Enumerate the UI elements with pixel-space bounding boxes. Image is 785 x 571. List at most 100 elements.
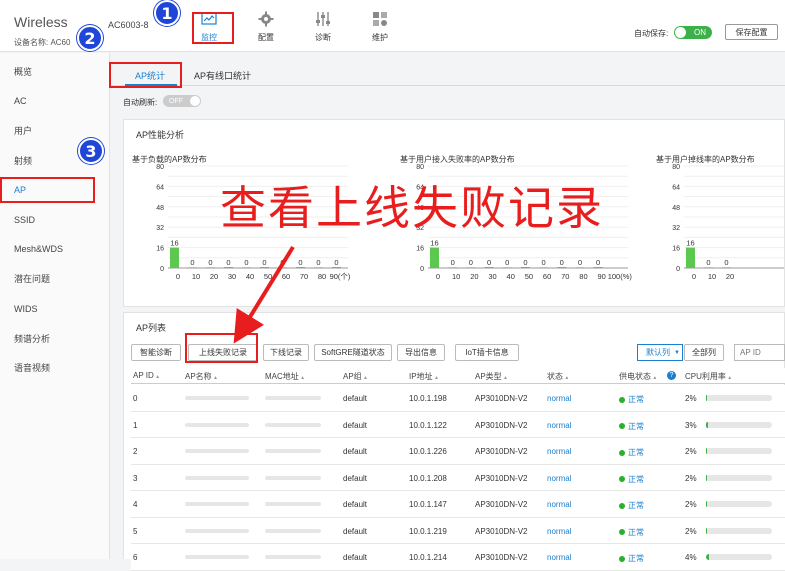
- power-status-text: 正常: [628, 395, 644, 404]
- bar-value-label: 0: [505, 258, 509, 267]
- cell-id[interactable]: 6: [133, 553, 137, 562]
- autosave-toggle[interactable]: ON: [674, 26, 712, 39]
- col-status[interactable]: 状态: [547, 371, 569, 382]
- cell-status: normal: [547, 420, 572, 430]
- sidebar-item-ac[interactable]: AC: [0, 87, 109, 117]
- table-row[interactable]: 3 default 10.0.1.208 AP3010DN-V2 normal 正常 2%: [131, 464, 785, 491]
- sidebar-item-mesh-wds[interactable]: Mesh&WDS: [0, 235, 109, 265]
- x-tick-label: 20: [210, 272, 218, 281]
- marker-1: 1: [154, 0, 180, 26]
- cell-id[interactable]: 4: [133, 500, 137, 509]
- tab-ap-wired-port-stats[interactable]: AP有线口统计: [194, 69, 251, 82]
- table-row[interactable]: 1 default 10.0.1.122 AP3010DN-V2 normal 正常 3%: [131, 411, 785, 438]
- y-tick-label: 48: [672, 205, 680, 212]
- redacted-cell: [185, 449, 249, 453]
- cell-power: 正常: [619, 527, 644, 538]
- sidebar-item-wids[interactable]: WIDS: [0, 294, 109, 324]
- bar-value-label: 0: [334, 258, 338, 267]
- nav-maintenance[interactable]: 维护: [360, 10, 400, 43]
- redacted-cell: [265, 528, 321, 533]
- export-info-button[interactable]: 导出信息: [397, 344, 445, 361]
- cell-power: 正常: [619, 474, 644, 485]
- smart-diagnose-button[interactable]: 智能诊断: [131, 344, 181, 361]
- power-status-text: 正常: [628, 448, 644, 457]
- bar: [520, 267, 530, 268]
- marker-2: 2: [77, 25, 103, 51]
- table-row[interactable]: 5 default 10.0.1.219 AP3010DN-V2 normal 正常 2%: [131, 517, 785, 544]
- cell-group: default: [343, 394, 368, 403]
- table-row[interactable]: 6 default 10.0.1.214 AP3010DN-V2 normal 正常 4%: [131, 544, 785, 571]
- cell-type: AP3010DN-V2: [475, 526, 528, 536]
- x-tick-label: 40: [246, 272, 254, 281]
- cpu-usage-bar: [706, 554, 772, 560]
- x-tick-label: 90: [597, 272, 605, 281]
- bar-value-label: 0: [469, 258, 473, 267]
- redacted-cell: [265, 422, 321, 427]
- sidebar-item-voice-video[interactable]: 语音视频: [0, 353, 109, 383]
- bar-value-label: 16: [686, 239, 694, 248]
- tab-bar: AP统计 AP有线口统计: [111, 63, 785, 86]
- y-tick-label: 64: [672, 184, 680, 191]
- col-ap-name[interactable]: AP名称: [185, 371, 218, 382]
- table-row[interactable]: 4 default 10.0.1.147 AP3010DN-V2 normal 正常 2%: [131, 491, 785, 518]
- x-tick-label: 20: [726, 272, 734, 281]
- cell-id[interactable]: 3: [133, 474, 137, 483]
- cell-power: 正常: [619, 394, 644, 405]
- redacted-cell: [185, 528, 249, 533]
- autorefresh-toggle[interactable]: OFF: [163, 95, 201, 107]
- bar: [593, 267, 603, 268]
- x-tick-label: 70: [561, 272, 569, 281]
- sidebar-item-overview[interactable]: 概览: [0, 57, 109, 87]
- iot-card-info-button[interactable]: IoT插卡信息: [455, 344, 519, 361]
- nav-config[interactable]: 配置: [246, 10, 286, 43]
- cell-type: AP3010DN-V2: [475, 473, 528, 483]
- autorefresh-state: OFF: [169, 97, 183, 105]
- redacted-cell: [185, 502, 249, 506]
- all-columns-button[interactable]: 全部列: [684, 344, 724, 361]
- x-tick-label: 50: [264, 272, 272, 281]
- table-row[interactable]: 0 default 10.0.1.198 AP3010DN-V2 normal 正常 2%: [131, 385, 785, 412]
- table-row[interactable]: 2 default 10.0.1.226 AP3010DN-V2 normal 正常 2%: [131, 438, 785, 465]
- help-icon[interactable]: ?: [667, 371, 676, 380]
- ap-list-title: AP列表: [136, 323, 167, 333]
- x-tick-label: 10: [452, 272, 460, 281]
- power-status-text: 正常: [628, 474, 644, 484]
- bar-value-label: 0: [208, 258, 212, 267]
- bar-value-label: 0: [262, 258, 266, 267]
- x-tick-label: 100(%): [608, 272, 633, 281]
- col-ip[interactable]: IP地址: [409, 371, 439, 382]
- col-power[interactable]: 供电状态: [619, 371, 657, 382]
- bar-value-label: 0: [451, 258, 455, 267]
- cell-ip: 10.0.1.208: [409, 473, 447, 483]
- nav-diagnose[interactable]: 诊断: [303, 10, 343, 43]
- bar: [224, 267, 233, 268]
- cell-id[interactable]: 1: [133, 421, 137, 430]
- softgre-tunnel-status-button[interactable]: SoftGRE隧道状态: [314, 344, 392, 361]
- col-ap-type[interactable]: AP类型: [475, 371, 508, 382]
- y-tick-label: 32: [156, 225, 164, 232]
- cell-id[interactable]: 0: [133, 394, 137, 403]
- column-select[interactable]: 默认列 ▼: [637, 344, 683, 361]
- cell-group: default: [343, 420, 368, 430]
- bar: [188, 267, 197, 268]
- col-mac[interactable]: MAC地址: [265, 371, 305, 382]
- offline-records-button[interactable]: 下线记录: [263, 344, 309, 361]
- cell-id[interactable]: 2: [133, 447, 137, 456]
- y-tick-label: 80: [156, 164, 164, 171]
- bar-value-label: 0: [226, 258, 230, 267]
- cell-power: 正常: [619, 447, 644, 458]
- y-tick-label: 48: [156, 205, 164, 212]
- sidebar-item-spectrum[interactable]: 频谱分析: [0, 323, 109, 353]
- annotation-text: 查看上线失败记录: [220, 181, 604, 235]
- col-ap-group[interactable]: AP组: [343, 371, 368, 382]
- save-config-button[interactable]: 保存配置: [725, 24, 778, 40]
- sidebar-item-ssid[interactable]: SSID: [0, 205, 109, 235]
- ap-id-search-input[interactable]: [734, 344, 785, 361]
- bar-value-label: 0: [724, 258, 728, 267]
- sidebar-item-potential-issues[interactable]: 潜在问题: [0, 264, 109, 294]
- col-cpu[interactable]: CPU利用率: [685, 371, 732, 382]
- col-ap-id[interactable]: AP ID: [133, 371, 160, 380]
- cell-id[interactable]: 5: [133, 527, 137, 536]
- cell-type: AP3010DN-V2: [475, 447, 528, 456]
- cpu-usage-bar: [706, 421, 772, 428]
